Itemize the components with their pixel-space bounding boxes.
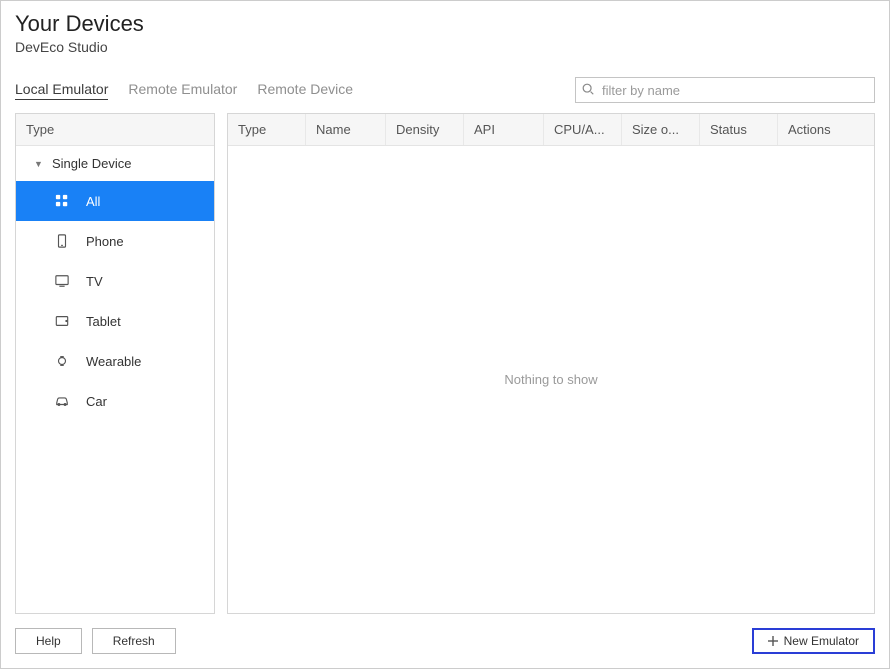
- plus-icon: [768, 636, 778, 646]
- tabs-row: Local Emulator Remote Emulator Remote De…: [1, 59, 889, 113]
- filter-wrap: [575, 77, 875, 103]
- header: Your Devices DevEco Studio: [1, 1, 889, 59]
- tablet-icon: [54, 313, 70, 329]
- th-density[interactable]: Density: [386, 114, 464, 145]
- chevron-down-icon: ▼: [34, 159, 44, 169]
- sidebar-item-label: Car: [86, 394, 107, 409]
- th-type[interactable]: Type: [228, 114, 306, 145]
- th-name[interactable]: Name: [306, 114, 386, 145]
- th-size[interactable]: Size o...: [622, 114, 700, 145]
- sidebar: Type ▼ Single Device All: [15, 113, 215, 614]
- content-panel: Type Name Density API CPU/A... Size o...…: [227, 113, 875, 614]
- table-header: Type Name Density API CPU/A... Size o...…: [228, 114, 874, 146]
- sidebar-item-label: Wearable: [86, 354, 141, 369]
- empty-state: Nothing to show: [228, 146, 874, 613]
- filter-input[interactable]: [575, 77, 875, 103]
- th-actions[interactable]: Actions: [778, 114, 874, 145]
- sidebar-item-tablet[interactable]: Tablet: [16, 301, 214, 341]
- sidebar-group-label: Single Device: [52, 156, 132, 171]
- tab-local-emulator[interactable]: Local Emulator: [15, 81, 108, 100]
- th-cpu[interactable]: CPU/A...: [544, 114, 622, 145]
- phone-icon: [54, 233, 70, 249]
- tab-remote-device[interactable]: Remote Device: [257, 81, 353, 99]
- sidebar-item-tv[interactable]: TV: [16, 261, 214, 301]
- sidebar-item-car[interactable]: Car: [16, 381, 214, 421]
- tab-remote-emulator[interactable]: Remote Emulator: [128, 81, 237, 99]
- new-emulator-label: New Emulator: [784, 634, 859, 648]
- th-status[interactable]: Status: [700, 114, 778, 145]
- page-subtitle: DevEco Studio: [15, 39, 875, 55]
- help-button[interactable]: Help: [15, 628, 82, 654]
- car-icon: [54, 393, 70, 409]
- sidebar-item-label: Tablet: [86, 314, 121, 329]
- search-icon: [581, 82, 595, 96]
- footer: Help Refresh New Emulator: [1, 622, 889, 668]
- wearable-icon: [54, 353, 70, 369]
- sidebar-item-phone[interactable]: Phone: [16, 221, 214, 261]
- new-emulator-button[interactable]: New Emulator: [752, 628, 875, 654]
- page-title: Your Devices: [15, 11, 875, 37]
- sidebar-item-label: Phone: [86, 234, 124, 249]
- grid-icon: [54, 193, 70, 209]
- main: Type ▼ Single Device All: [1, 113, 889, 622]
- sidebar-group-single-device[interactable]: ▼ Single Device: [16, 146, 214, 181]
- sidebar-header: Type: [16, 114, 214, 146]
- sidebar-item-all[interactable]: All: [16, 181, 214, 221]
- sidebar-item-wearable[interactable]: Wearable: [16, 341, 214, 381]
- refresh-button[interactable]: Refresh: [92, 628, 176, 654]
- sidebar-item-label: TV: [86, 274, 103, 289]
- tv-icon: [54, 273, 70, 289]
- th-api[interactable]: API: [464, 114, 544, 145]
- sidebar-item-label: All: [86, 194, 100, 209]
